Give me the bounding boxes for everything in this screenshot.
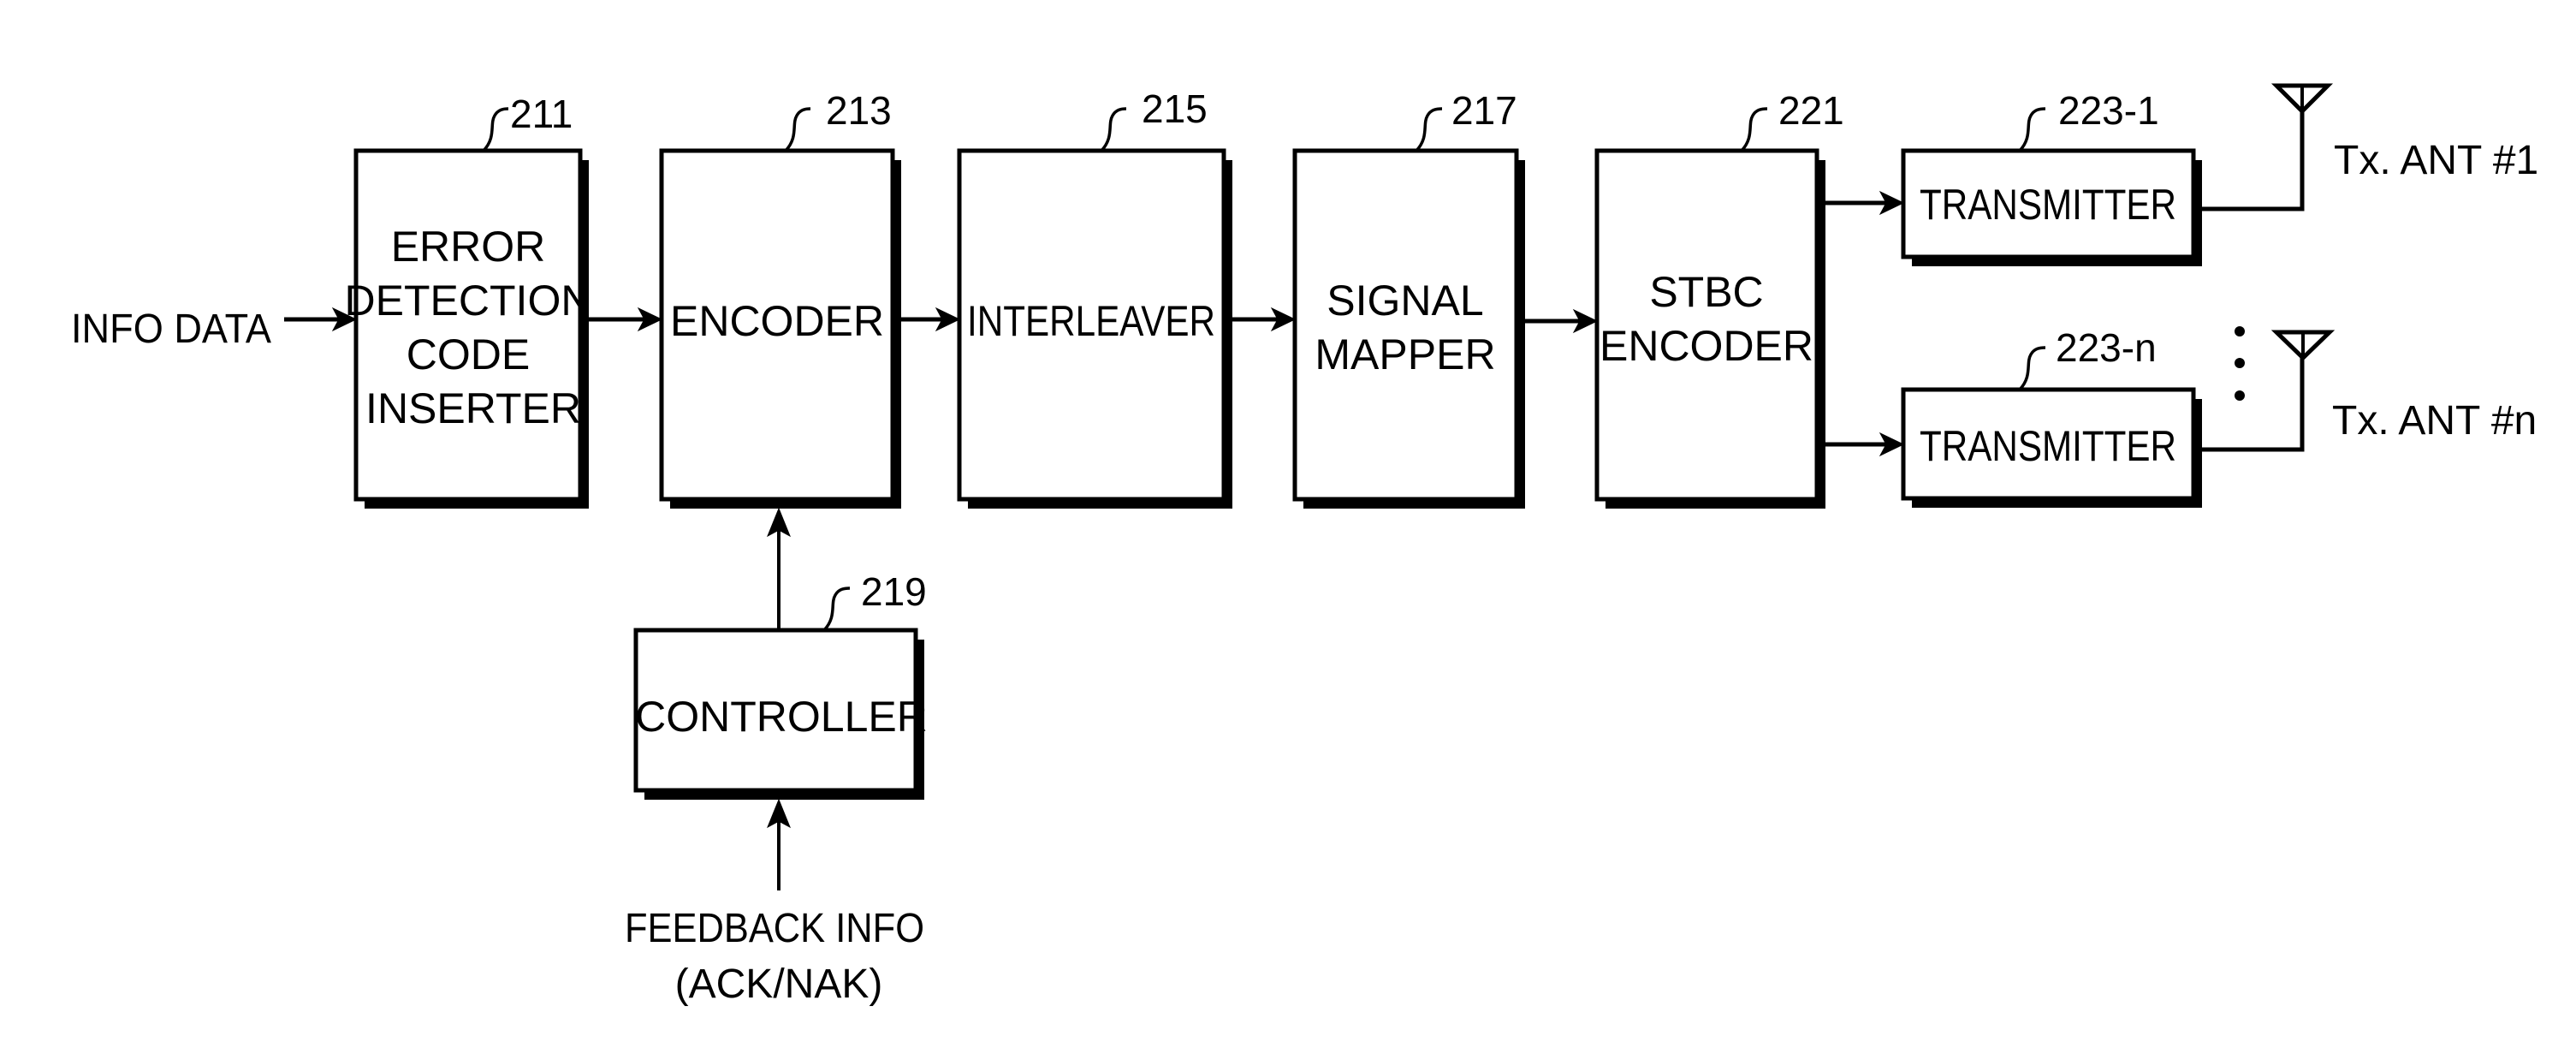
block-label-line: ENCODER — [670, 297, 884, 345]
antenna-1 — [2202, 83, 2334, 211]
reference-leader-line — [1415, 107, 1443, 152]
reference-leader-line — [1100, 107, 1127, 152]
interleaver-block: INTERLEAVER 215 — [957, 86, 1232, 509]
antenna-n-label: Tx. ANT #n — [2332, 398, 2537, 444]
reference-number: 215 — [1142, 86, 1208, 131]
block-frame — [353, 148, 583, 502]
reference-leader-line — [482, 107, 509, 152]
antenna-1-label: Tx. ANT #1 — [2334, 138, 2538, 183]
block-label-line: CODE — [407, 330, 530, 378]
reference-number: 213 — [826, 88, 892, 133]
transmitter-1-block: TRANSMITTER 223-1 — [1901, 88, 2202, 266]
block-label-line: CONTROLLER — [635, 693, 928, 741]
reference-leader-line — [784, 107, 811, 152]
block-label-line: INTERLEAVER — [967, 297, 1215, 345]
antenna-feed-line — [2202, 111, 2305, 211]
ellipsis-dot — [2235, 326, 2245, 336]
encoder-block: ENCODER 213 — [659, 88, 901, 509]
reference-number: 217 — [1451, 88, 1517, 133]
block-label-line: DETECTION — [345, 277, 592, 325]
signal-mapper-block: SIGNAL MAPPER 217 — [1292, 88, 1525, 509]
error-detection-code-inserter-block: ERROR DETECTION CODE INSERTER 211 — [345, 92, 592, 509]
reference-number: 223-1 — [2058, 88, 2159, 133]
reference-leader-line — [1740, 107, 1768, 152]
block-frame — [1292, 148, 1519, 502]
block-label-line: ERROR — [391, 223, 546, 271]
ellipsis-dot — [2235, 358, 2245, 368]
controller-block: CONTROLLER 219 — [633, 569, 928, 800]
reference-number: 223-n — [2056, 325, 2157, 370]
reference-number: 221 — [1778, 88, 1844, 133]
block-label-line: SIGNAL — [1327, 277, 1483, 325]
reference-number: 211 — [510, 92, 573, 136]
block-label-line: TRANSMITTER — [1920, 181, 2176, 229]
transmitter-n-block: TRANSMITTER 223-n — [1901, 325, 2202, 508]
stbc-encoder-block: STBC ENCODER 221 — [1594, 88, 1844, 509]
transmitter-block-diagram: ERROR DETECTION CODE INSERTER 211 ENCODE… — [71, 83, 2538, 1007]
feedback-info-label: FEEDBACK INFO — [625, 906, 924, 951]
block-label-line: MAPPER — [1315, 330, 1495, 378]
reference-leader-line — [2018, 107, 2046, 152]
block-label-line: STBC — [1649, 268, 1763, 316]
reference-number: 219 — [861, 569, 927, 614]
block-label-line: INSERTER — [365, 384, 581, 432]
antenna-feed-line — [2202, 358, 2305, 452]
antenna-n — [2202, 330, 2336, 452]
ellipsis-dot — [2235, 390, 2245, 401]
reference-leader-line — [822, 587, 851, 632]
vertical-ellipsis-icon — [2235, 326, 2245, 401]
feedback-ack-nak-label: (ACK/NAK) — [675, 962, 883, 1007]
block-label-line: ENCODER — [1600, 322, 1813, 370]
info-data-label: INFO DATA — [71, 307, 271, 352]
block-label-line: TRANSMITTER — [1920, 422, 2176, 470]
reference-leader-line — [2018, 346, 2046, 391]
